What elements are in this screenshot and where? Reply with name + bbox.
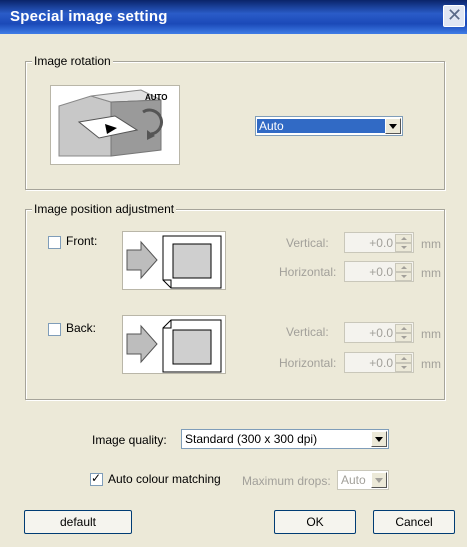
maximum-drops-value: Auto bbox=[341, 473, 366, 487]
spin-down-icon[interactable] bbox=[395, 272, 412, 281]
rotation-illustration: AUTO bbox=[50, 85, 180, 165]
maximum-drops-select[interactable]: Auto bbox=[337, 470, 389, 490]
close-button[interactable]: ✕ bbox=[443, 5, 465, 27]
spin-down-icon[interactable] bbox=[395, 363, 412, 372]
front-illustration bbox=[122, 231, 226, 290]
back-vertical-value: +0.0 bbox=[369, 326, 393, 340]
back-horizontal-value: +0.0 bbox=[369, 356, 393, 370]
auto-icon-text: AUTO bbox=[145, 93, 168, 102]
chevron-down-icon[interactable] bbox=[371, 431, 387, 447]
back-vertical-label: Vertical: bbox=[286, 325, 329, 339]
spin-up-icon[interactable] bbox=[395, 324, 412, 333]
front-horizontal-spinner[interactable]: +0.0 bbox=[344, 261, 414, 282]
image-quality-select[interactable]: Standard (300 x 300 dpi) bbox=[181, 429, 389, 449]
spin-down-icon[interactable] bbox=[395, 243, 412, 252]
front-horizontal-label: Horizontal: bbox=[279, 265, 337, 279]
back-horizontal-unit: mm bbox=[421, 357, 441, 371]
default-button[interactable]: default bbox=[24, 510, 132, 534]
front-vertical-spinner[interactable]: +0.0 bbox=[344, 232, 414, 253]
back-label: Back: bbox=[66, 321, 97, 335]
rotation-select[interactable]: Auto bbox=[255, 116, 403, 136]
rotation-select-value: Auto bbox=[257, 119, 385, 133]
back-horizontal-label: Horizontal: bbox=[279, 356, 337, 370]
front-checkbox[interactable] bbox=[48, 236, 61, 249]
ok-button[interactable]: OK bbox=[274, 510, 356, 534]
auto-colour-checkbox[interactable] bbox=[90, 471, 103, 486]
back-illustration bbox=[122, 315, 226, 374]
back-horizontal-spinner[interactable]: +0.0 bbox=[344, 352, 414, 373]
auto-colour-label: Auto colour matching bbox=[108, 472, 221, 486]
spin-up-icon[interactable] bbox=[395, 234, 412, 243]
image-quality-value: Standard (300 x 300 dpi) bbox=[185, 432, 318, 446]
back-vertical-spinner[interactable]: +0.0 bbox=[344, 322, 414, 343]
image-rotation-group-label: Image rotation bbox=[32, 54, 113, 68]
front-horizontal-value: +0.0 bbox=[369, 265, 393, 279]
printer-rotation-icon: AUTO bbox=[51, 86, 179, 164]
front-label: Front: bbox=[66, 234, 98, 248]
maximum-drops-label: Maximum drops: bbox=[242, 474, 331, 488]
title-bar: Special image setting ✕ bbox=[0, 0, 467, 34]
image-position-group-label: Image position adjustment bbox=[32, 202, 177, 216]
spin-up-icon[interactable] bbox=[395, 354, 412, 363]
front-page-icon bbox=[126, 235, 222, 289]
chevron-down-icon[interactable] bbox=[385, 118, 401, 134]
cancel-button[interactable]: Cancel bbox=[373, 510, 455, 534]
chevron-down-icon[interactable] bbox=[371, 472, 387, 488]
front-vertical-unit: mm bbox=[421, 237, 441, 251]
front-vertical-label: Vertical: bbox=[286, 236, 329, 250]
back-vertical-unit: mm bbox=[421, 327, 441, 341]
spin-down-icon[interactable] bbox=[395, 333, 412, 342]
image-quality-label: Image quality: bbox=[92, 433, 167, 447]
back-page-icon bbox=[126, 319, 222, 373]
close-icon: ✕ bbox=[447, 5, 463, 26]
spin-up-icon[interactable] bbox=[395, 263, 412, 272]
window-title: Special image setting bbox=[10, 8, 168, 25]
front-vertical-value: +0.0 bbox=[369, 236, 393, 250]
front-horizontal-unit: mm bbox=[421, 266, 441, 280]
back-checkbox[interactable] bbox=[48, 323, 61, 336]
